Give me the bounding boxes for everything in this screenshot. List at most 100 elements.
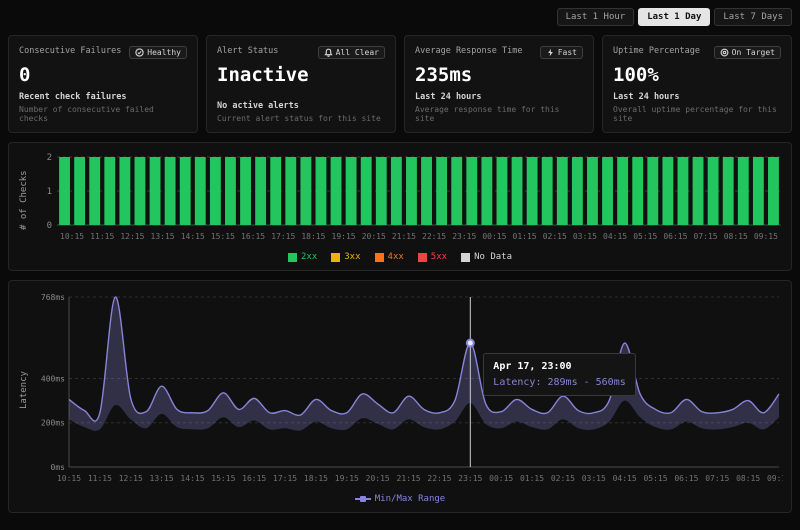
card-description: Average response time for this site: [415, 105, 583, 123]
x-tick-label: 18:15: [301, 232, 325, 241]
status-bar[interactable]: [481, 157, 492, 225]
status-bar[interactable]: [119, 157, 130, 225]
x-tick-label: 18:15: [304, 474, 328, 483]
status-bar[interactable]: [753, 157, 764, 225]
x-tick-label: 12:15: [119, 474, 143, 483]
x-tick-label: 05:15: [633, 232, 657, 241]
status-bar[interactable]: [678, 157, 689, 225]
range-button-last-1-hour[interactable]: Last 1 Hour: [557, 8, 635, 26]
legend-item-3xx[interactable]: 3xx: [331, 252, 360, 262]
x-tick-label: 22:15: [427, 474, 451, 483]
status-bar[interactable]: [180, 157, 191, 225]
range-button-last-7-days[interactable]: Last 7 Days: [714, 8, 792, 26]
status-bar[interactable]: [104, 157, 115, 225]
card-average-response-time: Average Response Time Fast 235ms Last 24…: [404, 35, 594, 133]
status-bar[interactable]: [738, 157, 749, 225]
x-tick-label: 22:15: [422, 232, 446, 241]
status-bar[interactable]: [466, 157, 477, 225]
x-tick-label: 04:15: [613, 474, 637, 483]
x-tick-label: 06:15: [674, 474, 698, 483]
status-bar[interactable]: [512, 157, 523, 225]
status-bar[interactable]: [587, 157, 598, 225]
card-value: 0: [19, 64, 187, 86]
legend-item-2xx[interactable]: 2xx: [288, 252, 317, 262]
legend-swatch-icon: [288, 253, 297, 262]
status-bar[interactable]: [240, 157, 251, 225]
y-tick-label: 0ms: [51, 463, 66, 472]
legend-swatch-icon: [331, 253, 340, 262]
legend-item-4xx[interactable]: 4xx: [375, 252, 404, 262]
legend-item-min/max-range[interactable]: Min/Max Range: [355, 494, 445, 504]
status-bar[interactable]: [693, 157, 704, 225]
status-badge-healthy: Healthy: [129, 46, 187, 59]
status-bar[interactable]: [361, 157, 372, 225]
legend-label: 5xx: [431, 252, 447, 262]
status-bar[interactable]: [285, 157, 296, 225]
status-bar[interactable]: [150, 157, 161, 225]
status-bar[interactable]: [376, 157, 387, 225]
status-bar[interactable]: [572, 157, 583, 225]
status-bar[interactable]: [617, 157, 628, 225]
status-bar[interactable]: [557, 157, 568, 225]
status-bar[interactable]: [647, 157, 658, 225]
card-title: Uptime Percentage: [613, 46, 700, 56]
status-bar[interactable]: [270, 157, 281, 225]
active-point-dot: [467, 340, 474, 347]
status-bar[interactable]: [391, 157, 402, 225]
status-bar[interactable]: [225, 157, 236, 225]
x-tick-label: 01:15: [520, 474, 544, 483]
status-bar[interactable]: [316, 157, 327, 225]
status-bar[interactable]: [527, 157, 538, 225]
status-bar[interactable]: [723, 157, 734, 225]
x-tick-label: 17:15: [271, 232, 295, 241]
legend-swatch-icon: [461, 253, 470, 262]
status-bar[interactable]: [406, 157, 417, 225]
x-tick-label: 14:15: [181, 232, 205, 241]
y-tick-label: 0: [47, 221, 52, 231]
status-bar[interactable]: [346, 157, 357, 225]
status-bar[interactable]: [497, 157, 508, 225]
status-bar[interactable]: [135, 157, 146, 225]
status-bar[interactable]: [165, 157, 176, 225]
legend-item-no-data[interactable]: No Data: [461, 252, 512, 262]
status-bar[interactable]: [210, 157, 221, 225]
x-tick-label: 21:15: [397, 474, 421, 483]
x-tick-label: 16:15: [241, 232, 265, 241]
x-tick-label: 20:15: [366, 474, 390, 483]
card-description: Number of consecutive failed checks: [19, 105, 187, 123]
x-tick-label: 11:15: [90, 232, 114, 241]
card-subtitle: No active alerts: [217, 101, 385, 111]
card-consecutive-failures: Consecutive Failures Healthy 0 Recent ch…: [8, 35, 198, 133]
status-code-bar-chart[interactable]: 01210:1511:1512:1513:1514:1515:1516:1517…: [31, 151, 783, 245]
status-bar[interactable]: [89, 157, 100, 225]
status-bar[interactable]: [708, 157, 719, 225]
status-bar[interactable]: [331, 157, 342, 225]
status-bar[interactable]: [59, 157, 70, 225]
status-bar[interactable]: [74, 157, 85, 225]
status-bar[interactable]: [662, 157, 673, 225]
status-bar[interactable]: [436, 157, 447, 225]
card-title: Consecutive Failures: [19, 46, 121, 56]
card-title: Average Response Time: [415, 46, 522, 56]
status-bar[interactable]: [632, 157, 643, 225]
uptime-dashboard: Last 1 Hour Last 1 Day Last 7 Days Conse…: [0, 0, 800, 530]
legend-item-5xx[interactable]: 5xx: [418, 252, 447, 262]
status-bar[interactable]: [602, 157, 613, 225]
x-tick-label: 10:15: [57, 474, 81, 483]
card-uptime-percentage: Uptime Percentage On Target 100% Last 24…: [602, 35, 792, 133]
status-bar[interactable]: [768, 157, 779, 225]
badge-label: Healthy: [147, 48, 181, 57]
x-tick-label: 05:15: [643, 474, 667, 483]
latency-line-chart[interactable]: 0ms200ms400ms768ms10:1511:1512:1513:1514…: [31, 289, 783, 487]
status-bar[interactable]: [255, 157, 266, 225]
status-bar[interactable]: [542, 157, 553, 225]
status-bar[interactable]: [421, 157, 432, 225]
y-tick-label: 768ms: [41, 293, 65, 302]
status-bar[interactable]: [195, 157, 206, 225]
range-button-last-1-day[interactable]: Last 1 Day: [638, 8, 710, 26]
x-tick-label: 03:15: [573, 232, 597, 241]
status-bar[interactable]: [300, 157, 311, 225]
card-description: Current alert status for this site: [217, 114, 385, 123]
status-bar[interactable]: [451, 157, 462, 225]
x-tick-label: 09:15: [767, 474, 783, 483]
